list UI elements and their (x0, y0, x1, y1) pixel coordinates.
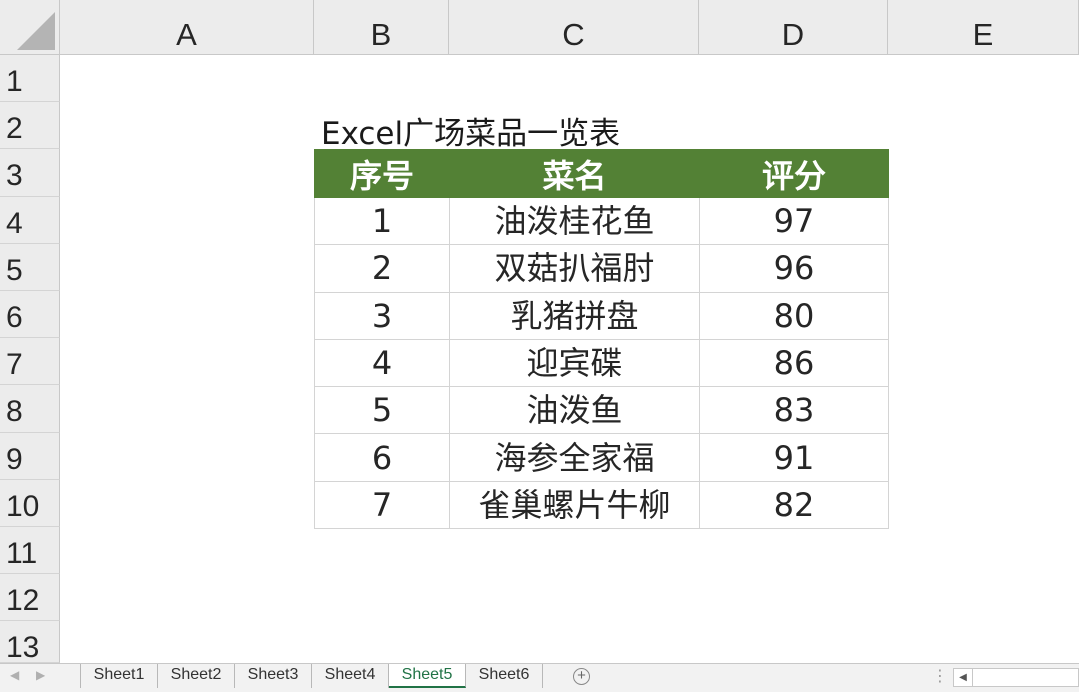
header-cell-dish-name[interactable]: 菜名 (449, 149, 700, 198)
cell-number[interactable]: 5 (314, 386, 450, 435)
tab-sheet1[interactable]: Sheet1 (81, 664, 158, 688)
scroll-tabs-left-icon[interactable]: ◀ (10, 668, 19, 682)
scroll-tabs-right-icon[interactable]: ▶ (36, 668, 45, 682)
tab-sheet6[interactable]: Sheet6 (466, 664, 543, 688)
header-cell-number[interactable]: 序号 (314, 149, 450, 198)
header-cell-rating[interactable]: 评分 (699, 149, 889, 198)
cell-dish-name[interactable]: 雀巢螺片牛柳 (449, 480, 700, 530)
row-header-3[interactable]: 3 (0, 149, 60, 197)
table-row: 1 油泼桂花鱼 97 (314, 196, 889, 246)
scroll-left-arrow-icon[interactable]: ◀ (954, 669, 973, 686)
select-all-corner[interactable] (0, 0, 60, 55)
cell-rating[interactable]: 91 (699, 433, 889, 482)
cell-dish-name[interactable]: 双菇扒福肘 (449, 244, 700, 293)
cell-rating[interactable]: 97 (699, 196, 889, 246)
cell-rating[interactable]: 83 (699, 386, 889, 435)
cell-number[interactable]: 4 (314, 338, 450, 388)
add-sheet-button[interactable]: + (573, 668, 590, 685)
cell-dish-name[interactable]: 油泼桂花鱼 (449, 196, 700, 246)
column-header-d[interactable]: D (699, 0, 888, 55)
cell-dish-name[interactable]: 迎宾碟 (449, 338, 700, 388)
cell-rating[interactable]: 80 (699, 291, 889, 340)
row-header-1[interactable]: 1 (0, 55, 60, 102)
column-header-b[interactable]: B (314, 0, 449, 55)
cell-number[interactable]: 1 (314, 196, 450, 246)
cell-number[interactable]: 6 (314, 433, 450, 482)
cell-number[interactable]: 2 (314, 244, 450, 293)
row-header-4[interactable]: 4 (0, 197, 60, 244)
table-row: 4 迎宾碟 86 (314, 338, 889, 388)
row-header-11[interactable]: 11 (0, 527, 60, 574)
plus-icon: + (577, 667, 586, 684)
cell-dish-name[interactable]: 乳猪拼盘 (449, 291, 700, 340)
row-header-2[interactable]: 2 (0, 102, 60, 149)
cell-number[interactable]: 7 (314, 480, 450, 530)
cell-rating[interactable]: 86 (699, 338, 889, 388)
row-header-10[interactable]: 10 (0, 480, 60, 527)
row-header-13[interactable]: 13 (0, 621, 60, 664)
column-header-a[interactable]: A (60, 0, 314, 55)
row-header-5[interactable]: 5 (0, 244, 60, 291)
horizontal-scrollbar[interactable]: ◀ (953, 668, 1079, 687)
row-header-9[interactable]: 9 (0, 433, 60, 480)
menu-table: 序号 菜名 评分 1 油泼桂花鱼 97 2 双菇扒福肘 96 3 乳猪拼盘 80… (314, 149, 889, 530)
cell-dish-name[interactable]: 油泼鱼 (449, 386, 700, 435)
table-row: 3 乳猪拼盘 80 (314, 291, 889, 340)
column-header-c[interactable]: C (449, 0, 699, 55)
table-header-row: 序号 菜名 评分 (314, 149, 889, 198)
column-header-e[interactable]: E (888, 0, 1079, 55)
row-header-6[interactable]: 6 (0, 291, 60, 338)
table-row: 5 油泼鱼 83 (314, 386, 889, 435)
sheet-title-cell[interactable]: Excel广场菜品一览表 (321, 108, 620, 153)
row-header-12[interactable]: 12 (0, 574, 60, 621)
sheet-tab-bar: ◀ ▶ Sheet1 Sheet2 Sheet3 Sheet4 Sheet5 S… (0, 663, 1079, 692)
row-header-8[interactable]: 8 (0, 385, 60, 433)
table-row: 7 雀巢螺片牛柳 82 (314, 480, 889, 530)
cell-rating[interactable]: 82 (699, 480, 889, 530)
table-row: 2 双菇扒福肘 96 (314, 244, 889, 293)
tab-sheet2[interactable]: Sheet2 (158, 664, 235, 688)
splitter-handle-icon[interactable]: ⋮ (932, 666, 948, 685)
cell-rating[interactable]: 96 (699, 244, 889, 293)
tab-sheet4[interactable]: Sheet4 (312, 664, 389, 688)
cell-dish-name[interactable]: 海参全家福 (449, 433, 700, 482)
select-all-triangle-icon (17, 12, 55, 50)
tab-sheet3[interactable]: Sheet3 (235, 664, 312, 688)
tab-sheet5[interactable]: Sheet5 (389, 664, 466, 688)
row-header-7[interactable]: 7 (0, 338, 60, 385)
cell-number[interactable]: 3 (314, 291, 450, 340)
table-row: 6 海参全家福 91 (314, 433, 889, 482)
